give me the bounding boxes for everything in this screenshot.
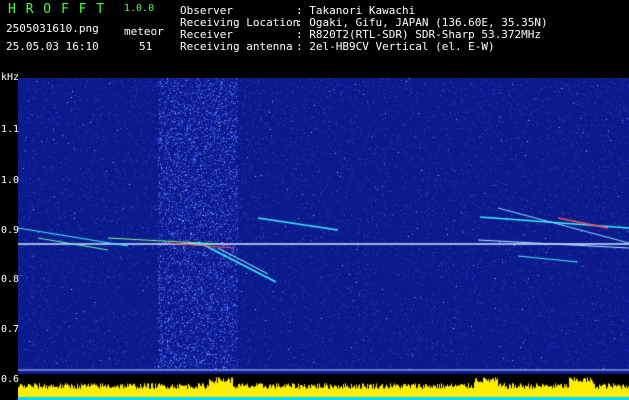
info-label-antenna: Receiving antenna — [180, 40, 293, 53]
y-tick-label: 0.8 — [1, 274, 20, 285]
meteor-count: 51 — [139, 40, 153, 53]
y-tick-label: 1.0 — [1, 175, 20, 186]
hrofft-window: H R O F F T 1.0.0 2505031610.png meteor … — [0, 0, 629, 400]
y-tick-label: 0.6 — [1, 374, 20, 385]
info-value-receiver: : R820T2(RTL-SDR) SDR-Sharp 53.372MHz — [296, 28, 542, 41]
spectrogram-canvas — [18, 78, 629, 400]
y-tick-label: 0.9 — [1, 225, 20, 236]
filename-label: 2505031610.png — [6, 22, 99, 35]
info-value-antenna: : 2el-HB9CV Vertical (el. E-W) — [296, 40, 495, 53]
version-label: 1.0.0 — [124, 3, 155, 14]
info-label-location: Receiving Location — [180, 16, 300, 29]
meteor-label: meteor — [124, 25, 164, 38]
brand-title: H R O F F T — [8, 2, 106, 17]
info-value-observer: : Takanori Kawachi — [296, 4, 416, 17]
info-label-receiver: Receiver — [180, 28, 233, 41]
info-label-observer: Observer — [180, 4, 233, 17]
datetime-label: 25.05.03 16:10 — [6, 40, 99, 53]
y-tick-label: 0.7 — [1, 324, 20, 335]
y-unit-label: kHz — [1, 72, 20, 83]
y-tick-label: 1.1 — [1, 124, 20, 135]
info-value-location: : Ogaki, Gifu, JAPAN (136.60E, 35.35N) — [296, 16, 548, 29]
